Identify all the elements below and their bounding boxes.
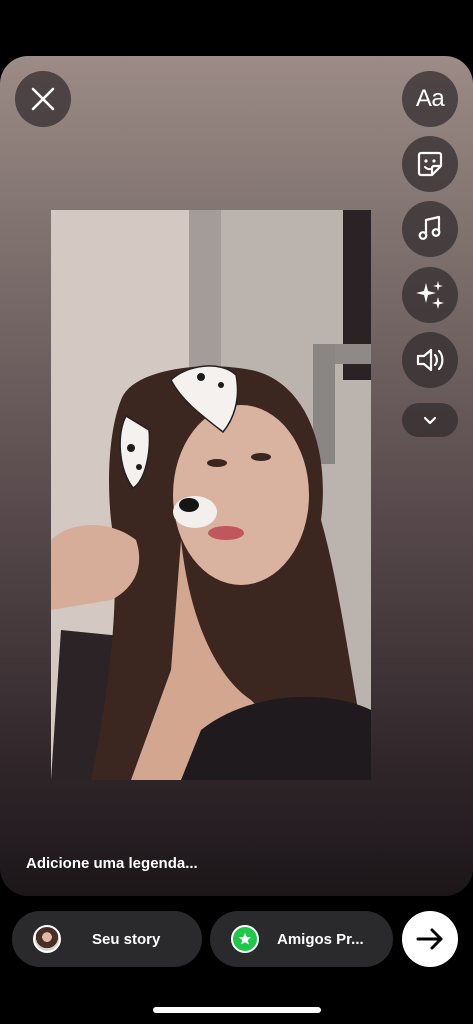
your-story-label: Seu story — [92, 930, 161, 948]
caption-input[interactable]: Adicione uma legenda... — [26, 855, 198, 872]
sticker-button[interactable] — [402, 136, 458, 192]
close-friends-button[interactable]: Amigos Pr... — [210, 911, 393, 967]
close-friends-label: Amigos Pr... — [277, 930, 364, 948]
effects-button[interactable] — [402, 267, 458, 323]
story-photo[interactable] — [51, 210, 371, 780]
volume-icon — [416, 348, 444, 372]
music-icon — [418, 215, 441, 240]
close-icon — [31, 87, 55, 111]
home-indicator[interactable] — [153, 1007, 321, 1013]
sticker-icon — [417, 151, 443, 177]
text-tool-button[interactable]: Aa — [402, 71, 458, 127]
more-tools-button[interactable] — [402, 403, 458, 437]
avatar — [33, 925, 61, 953]
sound-button[interactable] — [402, 332, 458, 388]
arrow-right-icon — [416, 928, 443, 950]
chevron-down-icon — [423, 416, 437, 424]
star-icon — [231, 925, 259, 953]
music-button[interactable] — [402, 201, 458, 257]
your-story-button[interactable]: Seu story — [12, 911, 202, 967]
send-button[interactable] — [402, 911, 458, 967]
text-tool-label: Aa — [415, 85, 445, 112]
close-button[interactable] — [15, 71, 71, 127]
sparkles-icon — [416, 281, 444, 309]
